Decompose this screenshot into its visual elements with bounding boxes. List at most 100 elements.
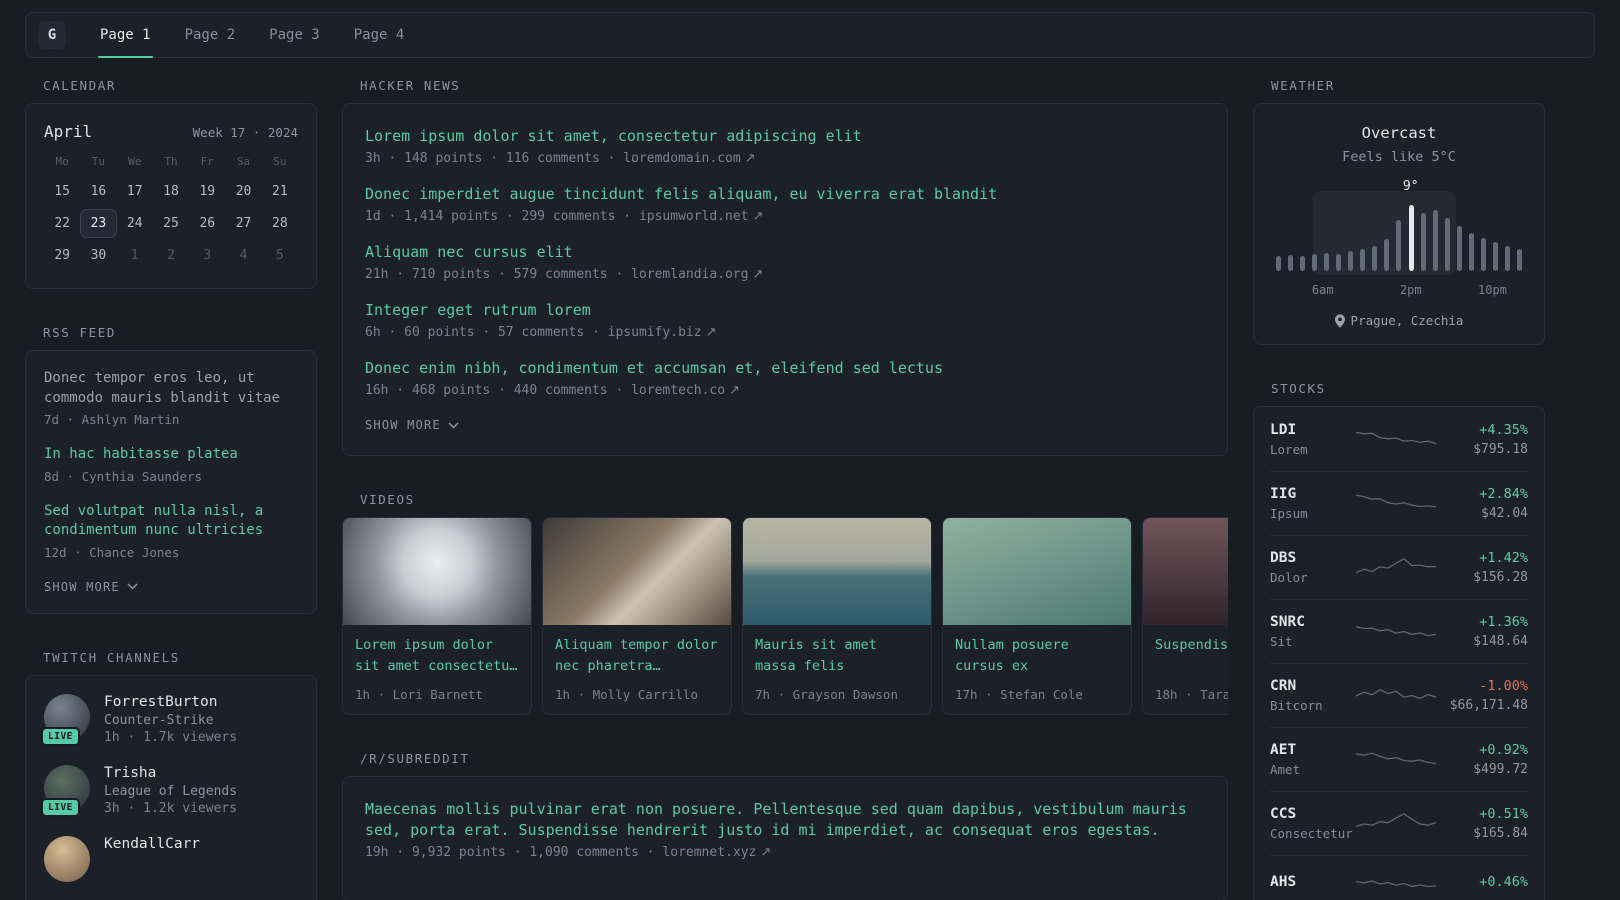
feed-item: Lorem ipsum dolor sit amet, consectetur …: [365, 126, 1205, 166]
calendar-day[interactable]: 4: [225, 241, 261, 270]
video-card-body: Suspendisse diam 18h · Tara: [1143, 625, 1228, 714]
stock-values: +1.36% $148.64: [1436, 614, 1528, 649]
feed-item-meta: 1d · 1,414 points · 299 comments · ipsum…: [365, 209, 1205, 224]
app-logo[interactable]: G: [38, 21, 66, 49]
calendar-day[interactable]: 23: [80, 209, 117, 238]
dashboard: CALENDAR April Week 17 · 2024 Mo Tu We Th Fr…: [0, 58, 1620, 900]
stock-name: Consectetur: [1270, 826, 1353, 841]
tab-page-3[interactable]: Page 3: [267, 13, 322, 57]
channel-name[interactable]: KendallCarr: [104, 836, 200, 852]
feed-item-domain-link[interactable]: loremtech.co: [631, 383, 725, 398]
twitch-channel[interactable]: LIVE Trisha League of Legends 3h · 1.2k …: [41, 764, 298, 817]
feed-item-domain-link[interactable]: ipsumworld.net: [639, 209, 749, 224]
feed-item-meta: 3h · 148 points · 116 comments · loremdo…: [365, 151, 1205, 166]
stock-price: $165.84: [1473, 826, 1528, 841]
feed-item-title[interactable]: Donec enim nibh, condimentum et accumsan…: [365, 358, 1205, 379]
video-row: Lorem ipsum dolor sit amet consectetu… 1…: [342, 517, 1228, 715]
feed-item-title[interactable]: Aliquam nec cursus elit: [365, 242, 1205, 263]
stock-symbol: AET: [1270, 742, 1297, 758]
calendar-day[interactable]: 5: [262, 241, 298, 270]
tab-page-2[interactable]: Page 2: [183, 13, 238, 57]
feed-item-domain-link[interactable]: loremdomain.com: [623, 151, 740, 166]
stock-row[interactable]: SNRC Sit +1.36% $148.64: [1270, 599, 1528, 663]
calendar-day[interactable]: 21: [262, 177, 298, 206]
weather-feels-like: Feels like 5°C: [1342, 149, 1456, 165]
feed-item-title[interactable]: Lorem ipsum dolor sit amet, consectetur …: [365, 126, 1205, 147]
stock-row[interactable]: AHS +0.46%: [1270, 855, 1528, 900]
video-thumbnail[interactable]: [1143, 518, 1228, 625]
calendar-day[interactable]: 2: [153, 241, 189, 270]
show-more-button[interactable]: SHOW MORE: [365, 416, 459, 432]
video-title[interactable]: Mauris sit amet massa felis: [755, 635, 919, 677]
weather-hour-bar: [1396, 219, 1402, 271]
video-card[interactable]: Aliquam tempor dolor nec pharetra… 1h · …: [542, 517, 732, 715]
subreddit-section: /R/SUBREDDIT Maecenas mollis pulvinar er…: [342, 751, 1228, 900]
calendar-day[interactable]: 24: [117, 209, 153, 238]
stock-row[interactable]: LDI Lorem +4.35% $795.18: [1270, 408, 1528, 471]
rss-item-title[interactable]: In hac habitasse platea: [44, 445, 298, 465]
video-thumbnail[interactable]: [343, 518, 531, 625]
calendar-day[interactable]: 28: [262, 209, 298, 238]
twitch-channel[interactable]: KendallCarr: [44, 835, 298, 882]
video-card[interactable]: Lorem ipsum dolor sit amet consectetu… 1…: [342, 517, 532, 715]
stock-change: +0.46%: [1479, 874, 1528, 890]
calendar-day[interactable]: 17: [117, 177, 153, 206]
show-more-button[interactable]: SHOW MORE: [44, 578, 138, 594]
feed-item-domain-link[interactable]: loremlandia.org: [631, 267, 748, 282]
channel-name[interactable]: ForrestBurton: [104, 694, 237, 710]
feed-item-domain-link[interactable]: loremnet.xyz: [662, 845, 756, 860]
video-title[interactable]: Nullam posuere cursus ex: [955, 635, 1119, 677]
video-title[interactable]: Lorem ipsum dolor sit amet consectetu…: [355, 635, 519, 677]
calendar-day[interactable]: 30: [80, 241, 116, 270]
calendar-day[interactable]: 27: [225, 209, 261, 238]
calendar-day-header: Tu: [91, 155, 106, 168]
stock-row[interactable]: AET Amet +0.92% $499.72: [1270, 727, 1528, 791]
feed-item-title[interactable]: Maecenas mollis pulvinar erat non posuer…: [365, 799, 1205, 841]
video-card[interactable]: Suspendisse diam 18h · Tara: [1142, 517, 1228, 715]
tab-page-1[interactable]: Page 1: [98, 13, 153, 58]
stock-price: $66,171.48: [1449, 698, 1528, 713]
video-card[interactable]: Nullam posuere cursus ex 17h · Stefan Co…: [942, 517, 1132, 715]
calendar-day[interactable]: 19: [189, 177, 225, 206]
twitch-channel[interactable]: LIVE ForrestBurton Counter-Strike 1h · 1…: [41, 693, 298, 746]
stock-row[interactable]: CCS Consectetur +0.51% $165.84: [1270, 791, 1528, 855]
stock-row[interactable]: DBS Dolor +1.42% $156.28: [1270, 535, 1528, 599]
video-card[interactable]: Mauris sit amet massa felis 7h · Grayson…: [742, 517, 932, 715]
video-card-body: Lorem ipsum dolor sit amet consectetu… 1…: [343, 625, 531, 714]
rss-item-title[interactable]: Sed volutpat nulla nisl, a condimentum n…: [44, 502, 298, 541]
weather-hour-bar: [1348, 251, 1354, 271]
calendar-day[interactable]: 18: [153, 177, 189, 206]
video-thumbnail[interactable]: [743, 518, 931, 625]
video-card-body: Nullam posuere cursus ex 17h · Stefan Co…: [943, 625, 1131, 714]
feed-item: Integer eget rutrum lorem 6h · 60 points…: [365, 300, 1205, 340]
calendar-day[interactable]: 20: [225, 177, 261, 206]
hackernews-card: Lorem ipsum dolor sit amet, consectetur …: [342, 103, 1228, 456]
calendar-day[interactable]: 25: [153, 209, 189, 238]
calendar-day[interactable]: 3: [189, 241, 225, 270]
stock-id: AET Amet: [1270, 742, 1356, 777]
calendar-day[interactable]: 29: [44, 241, 80, 270]
calendar-day[interactable]: 1: [117, 241, 153, 270]
calendar-day[interactable]: 22: [44, 209, 80, 238]
video-thumbnail[interactable]: [943, 518, 1131, 625]
tab-page-4[interactable]: Page 4: [352, 13, 407, 57]
section-title-calendar: CALENDAR: [43, 78, 117, 93]
calendar-day[interactable]: 15: [44, 177, 80, 206]
calendar-day[interactable]: 16: [80, 177, 116, 206]
stock-row[interactable]: CRN Bitcorn -1.00% $66,171.48: [1270, 663, 1528, 727]
left-column: CALENDAR April Week 17 · 2024 Mo Tu We Th Fr…: [25, 78, 317, 900]
feed-item-domain-link[interactable]: ipsumify.biz: [608, 325, 702, 340]
video-thumbnail[interactable]: [543, 518, 731, 625]
rss-item-title[interactable]: Donec tempor eros leo, ut commodo mauris…: [44, 369, 298, 408]
rss-item-meta: 8d · Cynthia Saunders: [44, 468, 203, 484]
rss-item: In hac habitasse platea 8d · Cynthia Sau…: [44, 445, 298, 484]
channel-name[interactable]: Trisha: [104, 765, 237, 781]
feed-item-title[interactable]: Integer eget rutrum lorem: [365, 300, 1205, 321]
feed-item-title[interactable]: Donec imperdiet augue tincidunt felis al…: [365, 184, 1205, 205]
video-title[interactable]: Suspendisse diam: [1155, 635, 1228, 656]
current-temp-label: 9°: [1402, 179, 1419, 194]
stock-row[interactable]: IIG Ipsum +2.84% $42.04: [1270, 471, 1528, 535]
stock-list: LDI Lorem +4.35% $795.18 IIG Ipsum +2.84…: [1270, 408, 1528, 900]
calendar-day[interactable]: 26: [189, 209, 225, 238]
video-title[interactable]: Aliquam tempor dolor nec pharetra…: [555, 635, 719, 677]
